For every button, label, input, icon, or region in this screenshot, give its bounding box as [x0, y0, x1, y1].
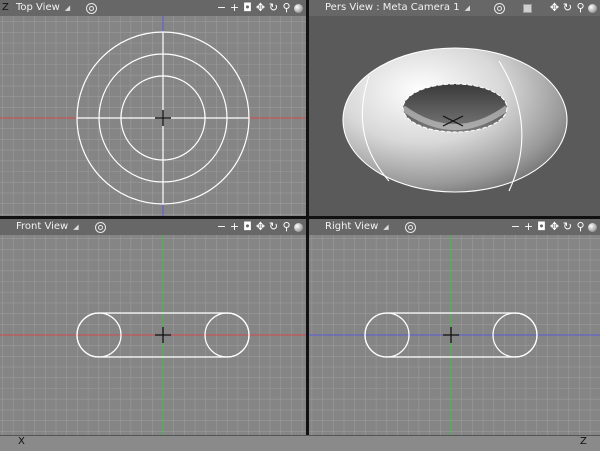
pers-view-dropdown-icon[interactable]: ◢: [465, 0, 470, 16]
front-view-title[interactable]: Front View: [0, 219, 68, 235]
shading-ball-icon[interactable]: [588, 3, 597, 13]
pan-icon[interactable]: ✥: [549, 221, 560, 233]
pers-view-canvas[interactable]: [309, 16, 600, 216]
zoom-in-icon[interactable]: +: [229, 221, 240, 233]
origin-cross: [155, 110, 171, 126]
pers-viewport-header: Pers View : Meta Camera 1 ◢ ✥ ↻ ⚲: [309, 0, 600, 16]
top-view-tools: − + ◘ ✥ ↻ ⚲: [216, 0, 303, 16]
rotate-icon[interactable]: ↻: [562, 221, 573, 233]
top-view-canvas[interactable]: [0, 16, 306, 216]
zoom-in-icon[interactable]: +: [229, 2, 240, 14]
pan-icon[interactable]: ✥: [255, 221, 266, 233]
front-view-dropdown-icon[interactable]: ◢: [73, 219, 78, 235]
shading-ball-icon[interactable]: [294, 3, 303, 13]
zoom-out-icon[interactable]: −: [510, 221, 521, 233]
right-view-dropdown-icon[interactable]: ◢: [383, 219, 388, 235]
zoom-in-icon[interactable]: +: [523, 221, 534, 233]
pers-view-tools: ✥ ↻ ⚲: [549, 0, 597, 16]
camera-icon[interactable]: ◘: [536, 221, 547, 233]
bottom-ruler: [0, 435, 600, 451]
right-view-canvas[interactable]: [309, 235, 600, 435]
axis-label-z-bottom: Z: [580, 436, 587, 447]
magnify-icon[interactable]: ⚲: [281, 221, 292, 233]
rotate-icon[interactable]: ↻: [268, 2, 279, 14]
axis-label-z-top: Z: [2, 2, 9, 13]
front-viewport-header: Front View ◢ − + ◘ ✥ ↻ ⚲: [0, 219, 306, 235]
vertical-divider[interactable]: [306, 0, 309, 450]
right-viewport-header: Right View ◢ − + ◘ ✥ ↻ ⚲: [309, 219, 600, 235]
rotate-icon[interactable]: ↻: [562, 2, 573, 14]
magnify-icon[interactable]: ⚲: [281, 2, 292, 14]
display-mode-icon[interactable]: [94, 221, 106, 233]
pers-viewport[interactable]: Pers View : Meta Camera 1 ◢ ✥ ↻ ⚲: [309, 0, 600, 216]
origin-cross: [443, 327, 459, 343]
display-mode-icon[interactable]: [493, 2, 505, 14]
display-mode-icon[interactable]: [404, 221, 416, 233]
top-view-dropdown-icon[interactable]: ◢: [65, 0, 70, 16]
origin-cross: [155, 327, 171, 343]
front-view-tools: − + ◘ ✥ ↻ ⚲: [216, 219, 303, 235]
rotate-icon[interactable]: ↻: [268, 221, 279, 233]
top-viewport-header: Top View ◢ − + ◘ ✥ ↻ ⚲: [0, 0, 306, 16]
zoom-out-icon[interactable]: −: [216, 221, 227, 233]
magnify-icon[interactable]: ⚲: [575, 221, 586, 233]
right-view-tools: − + ◘ ✥ ↻ ⚲: [510, 219, 597, 235]
front-view-canvas[interactable]: [0, 235, 306, 435]
shading-ball-icon[interactable]: [588, 222, 597, 232]
horizontal-divider[interactable]: [0, 216, 600, 219]
right-view-title[interactable]: Right View: [309, 219, 378, 235]
camera-icon[interactable]: ◘: [242, 221, 253, 233]
magnify-icon[interactable]: ⚲: [575, 2, 586, 14]
pan-icon[interactable]: ✥: [549, 2, 560, 14]
camera-icon[interactable]: ◘: [242, 2, 253, 14]
pan-icon[interactable]: ✥: [255, 2, 266, 14]
shading-ball-icon[interactable]: [294, 222, 303, 232]
pers-view-title[interactable]: Pers View : Meta Camera 1: [309, 0, 460, 16]
cube-view-icon[interactable]: [522, 3, 532, 13]
grid: [0, 16, 306, 216]
display-mode-icon[interactable]: [86, 2, 98, 14]
zoom-out-icon[interactable]: −: [216, 2, 227, 14]
front-viewport[interactable]: Front View ◢ − + ◘ ✥ ↻ ⚲: [0, 219, 306, 435]
right-viewport[interactable]: Right View ◢ − + ◘ ✥ ↻ ⚲: [309, 219, 600, 435]
top-viewport[interactable]: Top View ◢ − + ◘ ✥ ↻ ⚲: [0, 0, 306, 216]
axis-label-x: X: [18, 436, 25, 447]
